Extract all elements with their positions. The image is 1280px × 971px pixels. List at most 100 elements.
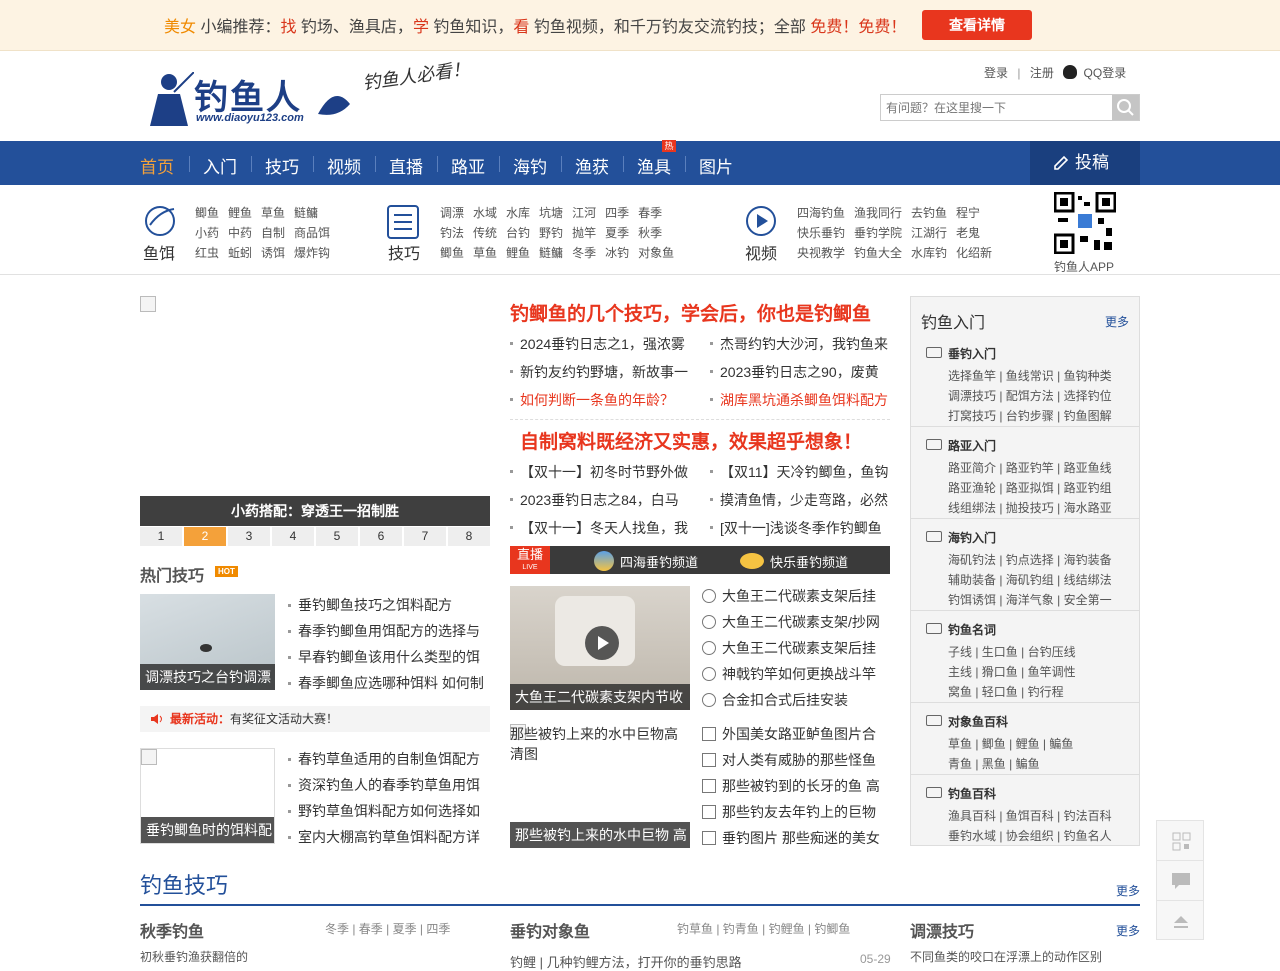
sidebar-links[interactable]: 草鱼 | 鲫鱼 | 鲤鱼 | 鳊鱼 [948,735,1073,752]
sidebar-block-title[interactable]: 海钓入门 [948,529,996,546]
sidebar-links[interactable]: 路亚渔轮 | 路亚拟饵 | 路亚钓组 [948,479,1112,496]
nav-item-8[interactable]: 渔具 [637,153,671,178]
bait-link[interactable]: 诱饵 [261,243,285,263]
list-item[interactable]: 垂钓鲫鱼技巧之饵料配方 [286,592,490,618]
happy-channel-link[interactable]: 快乐垂钓频道 [770,552,848,571]
bait-link[interactable]: 红虫 [195,243,219,263]
bait-link[interactable]: 爆炸钩 [294,243,330,263]
headline-2[interactable]: 自制窝料既经济又实惠，效果超乎想象！ [520,427,862,454]
sidebar-block-title[interactable]: 路亚入门 [948,437,996,454]
skill-link[interactable]: 秋季 [638,223,662,243]
bait-link[interactable]: 小药 [195,223,219,243]
hot-thumb-1[interactable]: 调漂技巧之台钓调漂 [140,594,275,690]
col-target-tags[interactable]: 钓草鱼 | 钓青鱼 | 钓鲤鱼 | 钓鲫鱼 [677,920,850,937]
media-item[interactable]: 那些钓友去年钓上的巨物 [702,799,890,825]
video-link[interactable]: 化绍新 [956,243,992,263]
nav-item-4[interactable]: 直播 [389,153,423,178]
col-float-title[interactable]: 调漂技巧 [910,918,974,942]
media-item[interactable]: 大鱼王二代碳素支架/抄网 [702,609,890,635]
skill-link[interactable]: 春季 [638,203,662,223]
media-item[interactable]: 外国美女路亚鲈鱼图片合 [702,721,890,747]
skill-link[interactable]: 水库 [506,203,530,223]
news-item-highlight[interactable]: 如何判断一条鱼的年龄？ [510,390,700,410]
skill-link[interactable]: 台钓 [506,223,530,243]
slider-page-1[interactable]: 1 [140,527,182,546]
qr-float-button[interactable] [1157,821,1203,861]
pic-thumb[interactable]: 那些被钓上来的水中巨物高清图 那些被钓上来的水中巨物 高 [510,724,690,848]
video-link[interactable]: 渔我同行 [854,203,902,223]
sidebar-block-title[interactable]: 钓鱼名词 [948,621,996,638]
promo-details-button[interactable]: 查看详情 [922,10,1032,40]
slider-caption[interactable]: 小药搭配：穿透王一招制胜 [140,496,490,526]
bait-link[interactable]: 鲫鱼 [195,203,219,223]
news-item[interactable]: [双十一]浅谈冬季作钓鲫鱼 [710,518,900,538]
post-button[interactable]: 投稿 [1030,141,1140,185]
video-link[interactable]: 程宁 [956,203,980,223]
slider-page-3[interactable]: 3 [228,527,270,546]
list-item[interactable]: 春季钓鲫鱼用饵配方的选择与 [286,618,490,644]
bait-link[interactable]: 鲤鱼 [228,203,252,223]
col-float-more[interactable]: 更多 [1116,922,1140,939]
sidebar-links[interactable]: 垂钓水域 | 协会组织 | 钓鱼名人 [948,827,1112,844]
skill-link[interactable]: 鲢鳙 [539,243,563,263]
nav-item-2[interactable]: 技巧 [265,153,299,178]
slider-page-6[interactable]: 6 [360,527,402,546]
feedback-float-button[interactable] [1157,861,1203,901]
sidebar-links[interactable]: 打窝技巧 | 台钓步骤 | 钓鱼图解 [948,407,1112,424]
skill-link[interactable]: 四季 [605,203,629,223]
skill-link[interactable]: 冬季 [572,243,596,263]
sidebar-links[interactable]: 选择鱼竿 | 鱼线常识 | 鱼钩种类 [948,367,1112,384]
skill-link[interactable]: 对象鱼 [638,243,674,263]
bait-link[interactable]: 商品饵 [294,223,330,243]
video-link[interactable]: 江湖行 [911,223,947,243]
sidebar-links[interactable]: 调漂技巧 | 配饵方法 | 选择钓位 [948,387,1112,404]
news-item[interactable]: 【双十一】冬天人找鱼，我 [510,518,700,538]
video-link[interactable]: 钓鱼大全 [854,243,902,263]
nav-item-5[interactable]: 路亚 [451,153,485,178]
site-logo[interactable]: 钓鱼人 www.diaoyu123.com [144,64,354,128]
skill-link[interactable]: 调漂 [440,203,464,223]
news-item[interactable]: 摸清鱼情，少走弯路，必然 [710,490,900,510]
skill-link[interactable]: 钓法 [440,223,464,243]
video-link[interactable]: 老鬼 [956,223,980,243]
activity-bar[interactable]: 最新活动：有奖征文活动大赛！ [140,706,490,732]
nav-item-7[interactable]: 渔获 [575,153,609,178]
slider-page-8[interactable]: 8 [448,527,490,546]
skill-link[interactable]: 野钓 [539,223,563,243]
slider-page-7[interactable]: 7 [404,527,446,546]
video-link[interactable]: 央视教学 [797,243,845,263]
sidebar-links[interactable]: 钓饵诱饵 | 海洋气象 | 安全第一 [948,591,1112,608]
bait-link[interactable]: 鲢鳙 [294,203,318,223]
media-item[interactable]: 那些被钓到的长牙的鱼 高 [702,773,890,799]
news-item-highlight[interactable]: 湖库黑坑通杀鲫鱼饵料配方 [710,390,900,410]
col-float-img[interactable]: 不同鱼类的咬口在浮漂上的动作区别 [910,948,1102,965]
qq-login-link[interactable]: QQ登录 [1084,66,1127,80]
sidebar-links[interactable]: 渔具百科 | 鱼饵百科 | 钓法百科 [948,807,1112,824]
media-item[interactable]: 大鱼王二代碳素支架后挂 [702,635,890,661]
col-autumn-tags[interactable]: 冬季 | 春季 | 夏季 | 四季 [325,920,450,937]
slider-page-5[interactable]: 5 [316,527,358,546]
sidebar-links[interactable]: 青鱼 | 黑鱼 | 鳊鱼 [948,755,1040,772]
media-item[interactable]: 合金扣合式后挂安装 [702,687,890,713]
skill-link[interactable]: 传统 [473,223,497,243]
skill-link[interactable]: 冰钓 [605,243,629,263]
news-item[interactable]: 杰哥约钓大沙河，我钓鱼来 [710,334,900,354]
sidebar-block-title[interactable]: 垂钓入门 [948,345,996,362]
sidebar-links[interactable]: 子线 | 生口鱼 | 台钓压线 [948,643,1076,660]
sidebar-links[interactable]: 路亚简介 | 路亚钓竿 | 路亚鱼线 [948,459,1112,476]
media-item[interactable]: 对人类有威胁的那些怪鱼 [702,747,890,773]
nav-item-6[interactable]: 海钓 [513,153,547,178]
hot-thumb-2[interactable]: 垂钓鲫鱼时的饵料配 [140,748,275,844]
col-target-item[interactable]: 钓鲤 | 几种钓鲤方法，打开你的垂钓思路 [510,952,742,971]
sidebar-more-link[interactable]: 更多 [1105,313,1129,330]
news-item[interactable]: 新钓友约钓野塘，新故事一 [510,362,700,382]
search-input[interactable] [881,95,1113,120]
video-link[interactable]: 去钓鱼 [911,203,947,223]
news-item[interactable]: 2023垂钓日志之90，废黄 [710,362,900,382]
news-item[interactable]: 【双十一】初冬时节野外做 [510,462,700,482]
list-item[interactable]: 春季鲫鱼应选哪种饵料 如何制 [286,670,490,696]
nav-item-1[interactable]: 入门 [203,153,237,178]
skill-link[interactable]: 水域 [473,203,497,223]
nav-item-3[interactable]: 视频 [327,153,361,178]
news-item[interactable]: 【双11】天冷钓鲫鱼，鱼钩 [710,462,900,482]
